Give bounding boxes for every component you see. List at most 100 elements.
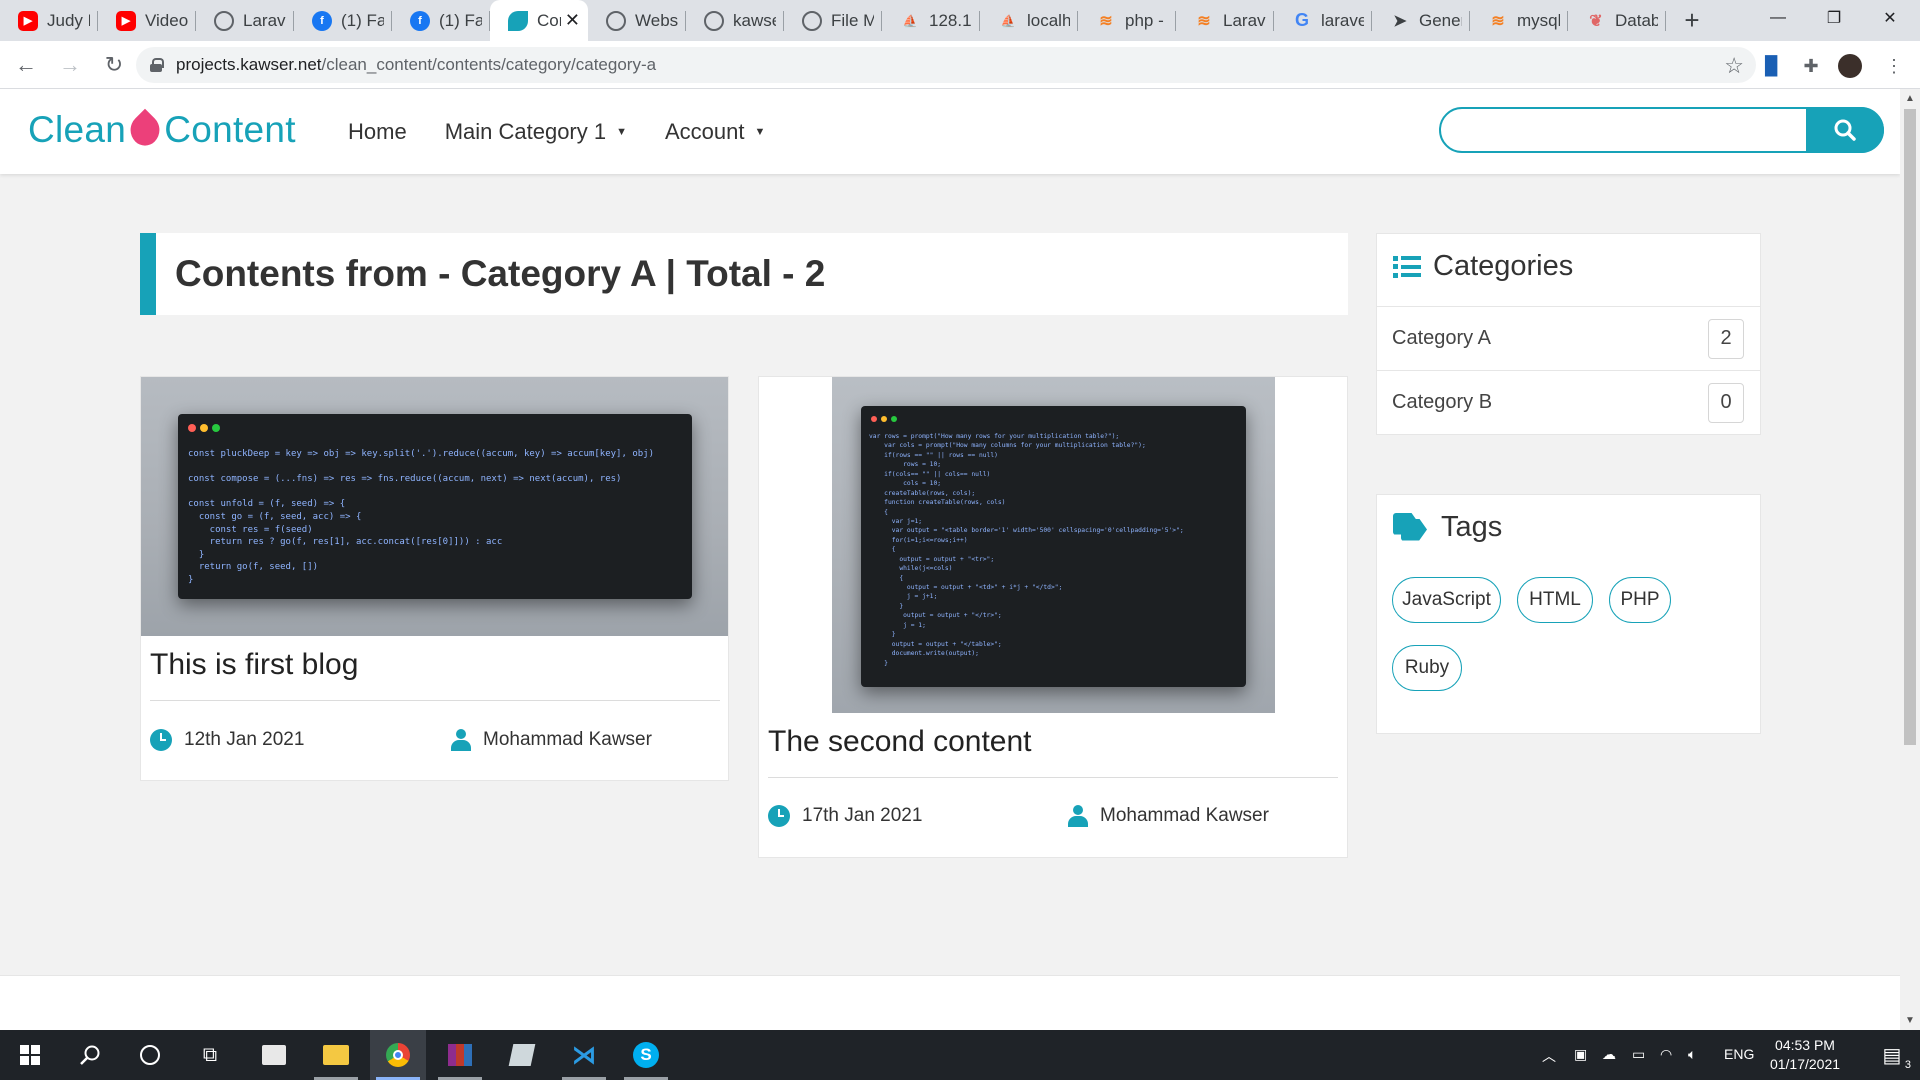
category-item[interactable]: Category A 2: [1377, 306, 1760, 370]
browser-tab[interactable]: ▶ Video: [98, 0, 196, 41]
onedrive-cloud-icon[interactable]: ☁: [1602, 1046, 1616, 1063]
notes-icon: [508, 1044, 536, 1066]
user-icon: [451, 729, 471, 751]
card-divider: [768, 777, 1338, 778]
minimize-window-icon[interactable]: —: [1750, 0, 1806, 36]
site-footer: [0, 975, 1900, 1030]
browser-tab[interactable]: File Ma: [784, 0, 882, 41]
volume-icon[interactable]: 🔈︎: [1688, 1046, 1696, 1063]
card-title[interactable]: The second content: [768, 725, 1032, 759]
scroll-up-arrow-icon[interactable]: ▲: [1905, 93, 1915, 104]
scrollbar-thumb[interactable]: [1904, 109, 1916, 745]
file-explorer-button[interactable]: [308, 1030, 364, 1080]
browser-menu-icon[interactable]: ⋮: [1880, 52, 1908, 80]
caret-down-icon: ▼: [616, 126, 627, 138]
back-button[interactable]: ←: [8, 47, 44, 83]
browser-tab[interactable]: ➤Genera: [1372, 0, 1470, 41]
browser-tab[interactable]: Glaravel: [1274, 0, 1372, 41]
tray-chevron-icon[interactable]: ︿: [1542, 1046, 1556, 1066]
browser-tab[interactable]: ❦Databa: [1568, 0, 1666, 41]
search-button[interactable]: [1806, 107, 1884, 153]
youtube-icon: ▶: [116, 10, 136, 31]
page-scrollbar[interactable]: ▲ ▼: [1900, 89, 1920, 1030]
card-author: Mohammad Kawser: [451, 729, 652, 751]
url-path: /clean_content/contents/category/categor…: [321, 55, 657, 74]
browser-tab[interactable]: ⛵localhc: [980, 0, 1078, 41]
logo-drop-icon: [123, 108, 167, 152]
browser-tab[interactable]: Websit: [588, 0, 686, 41]
system-clock[interactable]: 04:53 PM 01/17/2021: [1762, 1036, 1848, 1074]
browser-tab-active[interactable]: Cor✕: [490, 0, 588, 41]
winrar-icon: [448, 1044, 472, 1066]
notification-icon: ▤: [1882, 1044, 1902, 1067]
browser-tab[interactable]: kawser: [686, 0, 784, 41]
browser-tab[interactable]: ≋Larave: [1176, 0, 1274, 41]
tag-pill[interactable]: PHP: [1609, 577, 1671, 623]
card-title[interactable]: This is first blog: [150, 648, 358, 682]
scroll-down-arrow-icon[interactable]: ▼: [1905, 1015, 1915, 1026]
meet-now-icon[interactable]: ▣: [1574, 1046, 1587, 1063]
window-dots: [188, 424, 224, 432]
browser-tab[interactable]: ▶Judy M: [0, 0, 98, 41]
search-icon: [80, 1045, 100, 1065]
folder-icon: [323, 1045, 349, 1065]
nav-home[interactable]: Home: [348, 119, 407, 145]
restore-window-icon[interactable]: ❐: [1806, 0, 1862, 36]
forward-button[interactable]: →: [52, 47, 88, 83]
task-view-button[interactable]: ⧉: [182, 1030, 238, 1080]
winrar-button[interactable]: [432, 1030, 488, 1080]
card-date: 12th Jan 2021: [150, 729, 304, 751]
tag-pill[interactable]: Ruby: [1392, 645, 1462, 691]
notification-count: 3: [1904, 1059, 1911, 1071]
stackoverflow-icon: ≋: [1197, 12, 1211, 30]
site-logo[interactable]: Clean Content: [28, 108, 296, 152]
code-text: const pluckDeep = key => obj => key.spli…: [188, 449, 654, 585]
reload-button[interactable]: ↻: [96, 47, 132, 83]
battery-icon[interactable]: ▭: [1632, 1046, 1645, 1063]
vscode-icon: ⋊: [572, 1041, 596, 1069]
category-item[interactable]: Category B 0: [1377, 370, 1760, 434]
wifi-icon[interactable]: ◠: [1660, 1046, 1672, 1063]
nav-account-dropdown[interactable]: Account ▼: [665, 119, 765, 145]
search-taskbar-button[interactable]: [62, 1030, 118, 1080]
site-search-box[interactable]: [1439, 107, 1884, 153]
tag-pill[interactable]: JavaScript: [1392, 577, 1501, 623]
close-window-icon[interactable]: ✕: [1862, 0, 1918, 36]
browser-tab[interactable]: ≋ mysql: [1470, 0, 1568, 41]
card-date: 17th Jan 2021: [768, 805, 922, 827]
address-bar[interactable]: projects.kawser.net/clean_content/conten…: [136, 47, 1756, 83]
language-indicator[interactable]: ENG: [1724, 1046, 1754, 1062]
globe-icon: [802, 10, 822, 31]
reader-extension-icon[interactable]: ▉: [1758, 52, 1786, 80]
globe-icon: [606, 10, 626, 31]
categories-widget: Categories Category A 2 Category B 0: [1376, 233, 1761, 435]
content-card[interactable]: var rows = prompt("How many rows for you…: [758, 376, 1348, 858]
browser-tab[interactable]: ⛵128.19: [882, 0, 980, 41]
new-tab-button[interactable]: +: [1672, 0, 1712, 41]
store-app-button[interactable]: [246, 1030, 302, 1080]
skype-button[interactable]: S: [618, 1030, 674, 1080]
content-card[interactable]: const pluckDeep = key => obj => key.spli…: [140, 376, 729, 781]
chrome-taskbar-button[interactable]: [370, 1030, 426, 1080]
profile-avatar[interactable]: [1836, 52, 1864, 80]
bookmark-star-icon[interactable]: ☆: [1724, 53, 1744, 79]
vscode-button[interactable]: ⋊: [556, 1030, 612, 1080]
browser-tab[interactable]: Laravel: [196, 0, 294, 41]
card-image[interactable]: var rows = prompt("How many rows for you…: [832, 377, 1275, 713]
card-image[interactable]: const pluckDeep = key => obj => key.spli…: [141, 377, 728, 636]
browser-tab[interactable]: f(1) Fac: [294, 0, 392, 41]
nav-main-category-dropdown[interactable]: Main Category 1 ▼: [445, 119, 627, 145]
action-center-button[interactable]: ▤ 3: [1864, 1030, 1920, 1080]
phpmyadmin-icon: ⛵: [902, 13, 918, 28]
cortana-button[interactable]: [122, 1030, 178, 1080]
browser-tab[interactable]: f(1) Fac: [392, 0, 490, 41]
close-tab-icon[interactable]: ✕: [565, 10, 580, 31]
start-button[interactable]: [2, 1030, 58, 1080]
tags-icon: [1393, 512, 1429, 543]
browser-tab-strip: ▶Judy M ▶Video Laravel f(1) Fac f(1) Fac…: [0, 0, 1920, 41]
tag-pill[interactable]: HTML: [1517, 577, 1593, 623]
notes-app-button[interactable]: [494, 1030, 550, 1080]
main-nav: Home Main Category 1 ▼ Account ▼: [348, 119, 803, 145]
extensions-puzzle-icon[interactable]: ✚: [1797, 52, 1825, 80]
browser-tab[interactable]: ≋php - L: [1078, 0, 1176, 41]
